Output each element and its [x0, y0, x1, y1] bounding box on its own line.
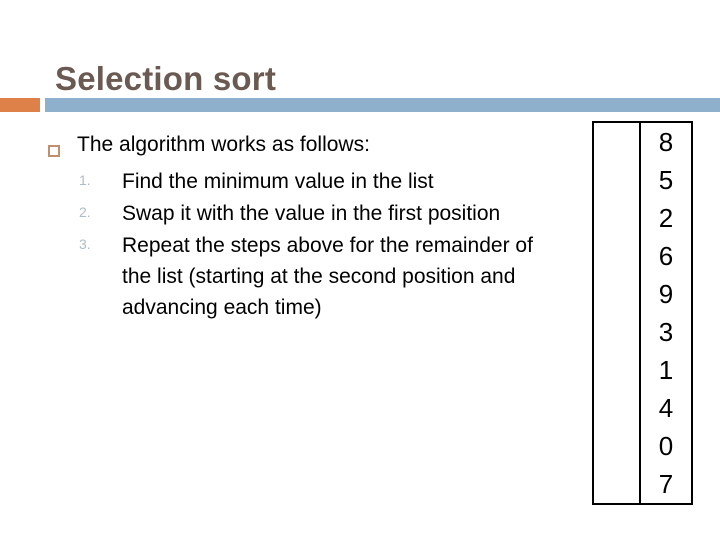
table-cell — [594, 123, 639, 161]
numbered-step-list: 1. Find the minimum value in the list 2.… — [0, 166, 575, 323]
table-cell — [594, 389, 639, 427]
table-cell — [594, 275, 639, 313]
value-table: 8 5 2 6 9 3 1 4 0 7 — [592, 121, 693, 505]
table-cell: 9 — [658, 279, 674, 309]
table-cell: 2 — [658, 203, 674, 233]
table-cell — [594, 427, 639, 465]
table-cell: 7 — [658, 469, 674, 499]
table-cell: 0 — [658, 431, 674, 461]
list-item-label: Repeat the steps above for the remainder… — [122, 234, 533, 319]
table-cell: 3 — [658, 317, 674, 347]
table-cell — [594, 351, 639, 389]
list-item-label: Swap it with the value in the first posi… — [122, 202, 501, 225]
bullet-item-intro: The algorithm works as follows: — [0, 130, 575, 160]
value-table-column-left — [594, 123, 641, 503]
square-bullet-icon — [48, 145, 60, 157]
bullet-item-label: The algorithm works as follows: — [77, 133, 370, 156]
table-cell: 6 — [658, 241, 674, 271]
list-item: 1. Find the minimum value in the list — [0, 166, 575, 197]
table-cell: 4 — [658, 393, 674, 423]
table-cell — [594, 161, 639, 199]
list-item: 2. Swap it with the value in the first p… — [0, 198, 575, 229]
table-cell — [594, 199, 639, 237]
table-cell: 5 — [658, 165, 674, 195]
list-item-number: 2. — [79, 204, 91, 220]
page-title: Selection sort — [55, 60, 277, 98]
list-item-label: Find the minimum value in the list — [122, 170, 434, 193]
list-item-number: 1. — [79, 172, 91, 188]
table-cell — [594, 237, 639, 275]
table-cell: 8 — [658, 127, 674, 157]
table-cell — [594, 313, 639, 351]
accent-bar-blue — [45, 98, 720, 112]
accent-bar-orange — [0, 98, 40, 112]
slide-body: The algorithm works as follows: 1. Find … — [0, 130, 575, 530]
table-cell — [594, 465, 639, 503]
list-item: 3. Repeat the steps above for the remain… — [0, 230, 575, 323]
value-table-column-right: 8 5 2 6 9 3 1 4 0 7 — [641, 123, 691, 503]
presentation-slide: Selection sort The algorithm works as fo… — [0, 0, 720, 540]
table-cell: 1 — [658, 355, 674, 385]
list-item-number: 3. — [79, 236, 91, 252]
